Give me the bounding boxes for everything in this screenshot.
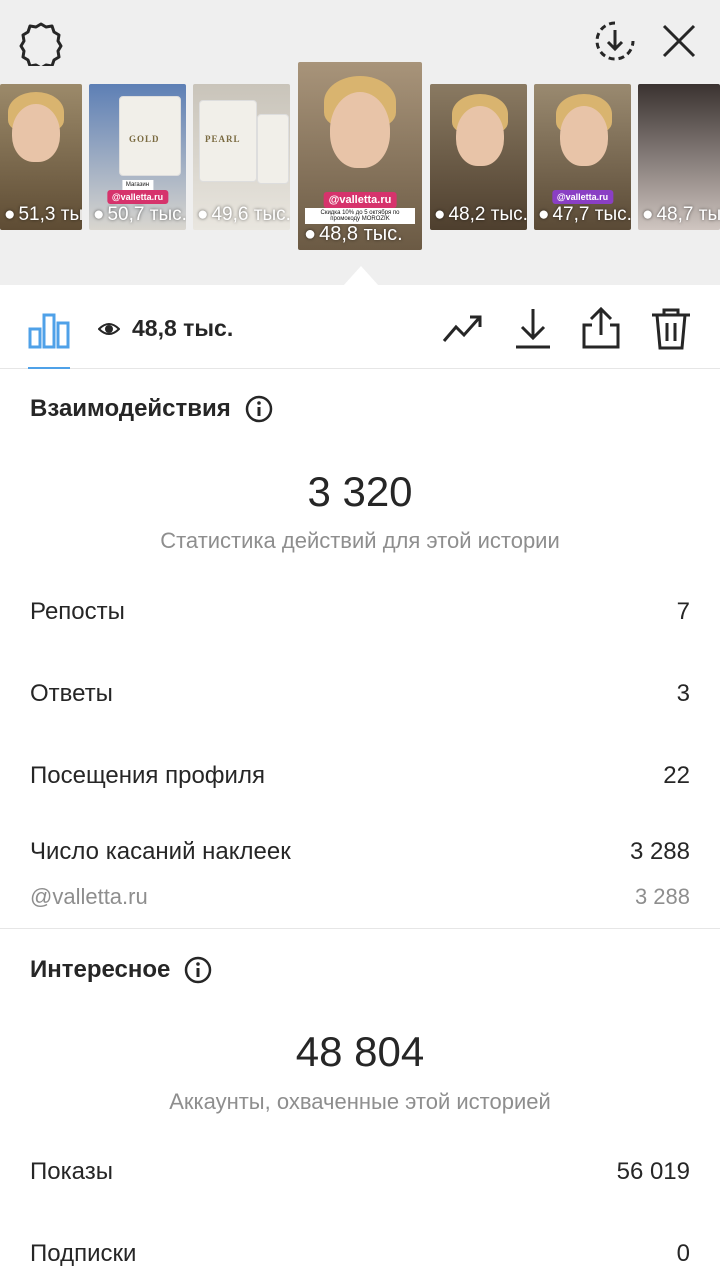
stat-subvalue: 3 288 (634, 884, 690, 909)
stat-row-profile-visits: Посещения профиля 22 (30, 762, 690, 790)
stat-row-sticker-taps: Число касаний наклеек 3 288 (30, 838, 690, 866)
eye-icon: ● (642, 204, 654, 225)
view-count: ● 48,8 тыс. (304, 223, 403, 245)
stat-row-replies: Ответы 3 (30, 680, 690, 708)
share-icon (582, 306, 620, 349)
selected-pointer (343, 266, 379, 286)
stat-label: Число касаний наклеек (30, 838, 291, 865)
insights-toolbar: 48,8 тыс. (0, 285, 720, 369)
stat-value: 3 288 (629, 838, 690, 865)
close-button[interactable] (656, 18, 702, 64)
save-story-button[interactable] (592, 18, 638, 64)
stat-label: Репосты (30, 598, 125, 625)
discovery-total: 48 804 (295, 1028, 425, 1075)
story-thumbnail[interactable]: ●51,3 тыс. (0, 84, 82, 230)
stat-value: 7 (676, 598, 690, 625)
stat-label: Подписки (30, 1240, 137, 1267)
eye-icon: ● (538, 204, 550, 225)
gear-icon (19, 22, 63, 70)
active-tab-indicator (28, 367, 70, 369)
story-thumbnail[interactable]: ● 48,2 тыс. (430, 84, 527, 230)
bar-chart-icon (28, 313, 70, 349)
info-icon[interactable] (184, 956, 212, 984)
close-icon (662, 24, 696, 58)
discovery-heading: Интересное (30, 956, 212, 984)
download-icon (516, 309, 550, 349)
view-summary: 48,8 тыс. (98, 315, 233, 342)
stat-sublabel: @valletta.ru (30, 884, 148, 909)
stat-value: 56 019 (616, 1158, 690, 1185)
stat-row-impressions: Показы 56 019 (30, 1158, 690, 1186)
view-count: ●48,7 тыс. (642, 204, 720, 225)
settings-button[interactable] (18, 20, 64, 70)
story-thumbnails: ●51,3 тыс. GOLD Магазин @valletta.ru ●50… (0, 62, 720, 262)
delete-button[interactable] (648, 305, 694, 351)
promote-button[interactable] (440, 305, 486, 351)
story-thumbnail[interactable]: ●48,7 тыс. (638, 84, 720, 230)
trash-icon (652, 308, 690, 350)
mention-sticker: @valletta.ru (551, 190, 614, 204)
story-thumbnail[interactable]: PEARL ● 49,6 тыс. (193, 84, 290, 230)
eye-icon: ● (197, 204, 209, 225)
interactions-title: Взаимодействия (30, 395, 231, 422)
story-thumbnail-selected[interactable]: @valletta.ru Скидка 10% до 5 октября по … (298, 62, 422, 250)
stat-subrow-mention: @valletta.ru 3 288 (30, 884, 690, 910)
view-count: ●51,3 тыс. (4, 204, 82, 225)
trending-icon (442, 315, 482, 342)
story-caption: Скидка 10% до 5 октября по промокоду MOR… (305, 208, 415, 224)
download-circle-icon (595, 21, 635, 61)
eye-icon: ● (434, 204, 446, 225)
download-button[interactable] (510, 305, 556, 351)
info-icon[interactable] (245, 395, 273, 423)
discovery-caption: Аккаунты, охваченные этой историей (169, 1089, 551, 1114)
stat-value: 3 (676, 680, 690, 707)
interactions-total: 3 320 (307, 468, 413, 515)
story-caption: Магазин (121, 180, 154, 190)
share-button[interactable] (578, 305, 624, 351)
interactions-caption: Статистика действий для этой истории (160, 528, 560, 553)
interactions-heading: Взаимодействия (30, 395, 273, 423)
view-count: ● 49,6 тыс. (197, 204, 290, 225)
discovery-title: Интересное (30, 956, 171, 983)
view-count: ● 50,7 тыс. (93, 204, 186, 225)
stat-label: Ответы (30, 680, 113, 707)
mention-sticker: @valletta.ru (323, 192, 397, 208)
stat-row-follows: Подписки 0 (30, 1240, 690, 1268)
stat-row-reposts: Репосты 7 (30, 598, 690, 626)
stat-value: 22 (663, 762, 690, 789)
view-count-label: 48,8 тыс. (132, 315, 234, 341)
eye-icon: ● (304, 223, 317, 245)
eye-icon (98, 322, 120, 335)
insights-tab[interactable] (26, 305, 72, 351)
view-count: ● 47,7 тыс. (538, 204, 631, 225)
stat-label: Показы (30, 1158, 113, 1185)
story-thumbnail[interactable]: GOLD Магазин @valletta.ru ● 50,7 тыс. (89, 84, 186, 230)
section-divider (0, 928, 720, 929)
mention-sticker: @valletta.ru (106, 190, 169, 204)
eye-icon: ● (93, 204, 105, 225)
story-carousel-area: ●51,3 тыс. GOLD Магазин @valletta.ru ●50… (0, 0, 720, 286)
stat-label: Посещения профиля (30, 762, 265, 789)
story-thumbnail[interactable]: @valletta.ru ● 47,7 тыс. (534, 84, 631, 230)
eye-icon: ● (4, 204, 16, 225)
view-count: ● 48,2 тыс. (434, 204, 527, 225)
stat-value: 0 (676, 1240, 690, 1267)
